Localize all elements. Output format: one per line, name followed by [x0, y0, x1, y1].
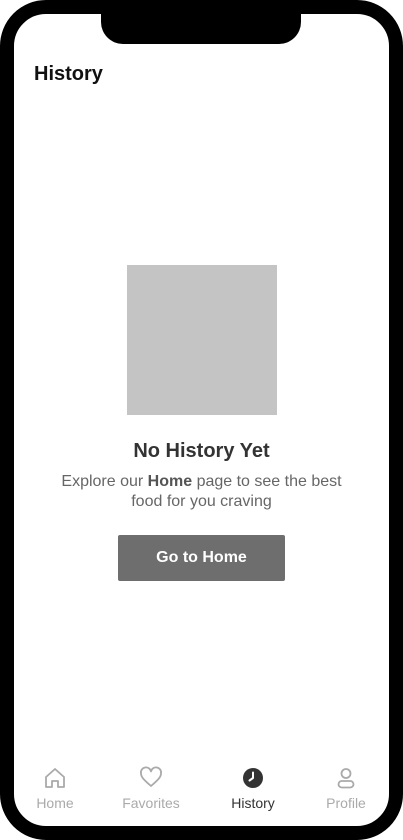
tab-profile-label: Profile [326, 795, 366, 811]
bottom-tab-bar: Home Favorites History Profile [14, 760, 389, 820]
description-home-emphasis: Home [147, 473, 193, 490]
tab-home-label: Home [36, 795, 74, 811]
tab-favorites-label: Favorites [122, 795, 180, 811]
clock-icon [208, 766, 298, 792]
tab-home[interactable]: Home [10, 760, 100, 820]
user-icon [301, 766, 391, 792]
empty-state-title: No History Yet [133, 440, 270, 462]
empty-state-illustration [127, 265, 277, 415]
empty-state-description: Explore our Home page to see the best fo… [60, 472, 343, 512]
tab-favorites[interactable]: Favorites [106, 760, 196, 820]
device-frame [0, 0, 403, 840]
heart-icon [106, 766, 196, 792]
tab-profile[interactable]: Profile [301, 760, 391, 820]
page-title: History [34, 63, 103, 85]
tab-history-label: History [231, 795, 275, 811]
description-prefix: Explore our [61, 473, 148, 490]
tab-history[interactable]: History [208, 760, 298, 820]
home-icon [10, 766, 100, 792]
device-notch [101, 0, 301, 44]
go-to-home-button[interactable]: Go to Home [118, 535, 285, 581]
